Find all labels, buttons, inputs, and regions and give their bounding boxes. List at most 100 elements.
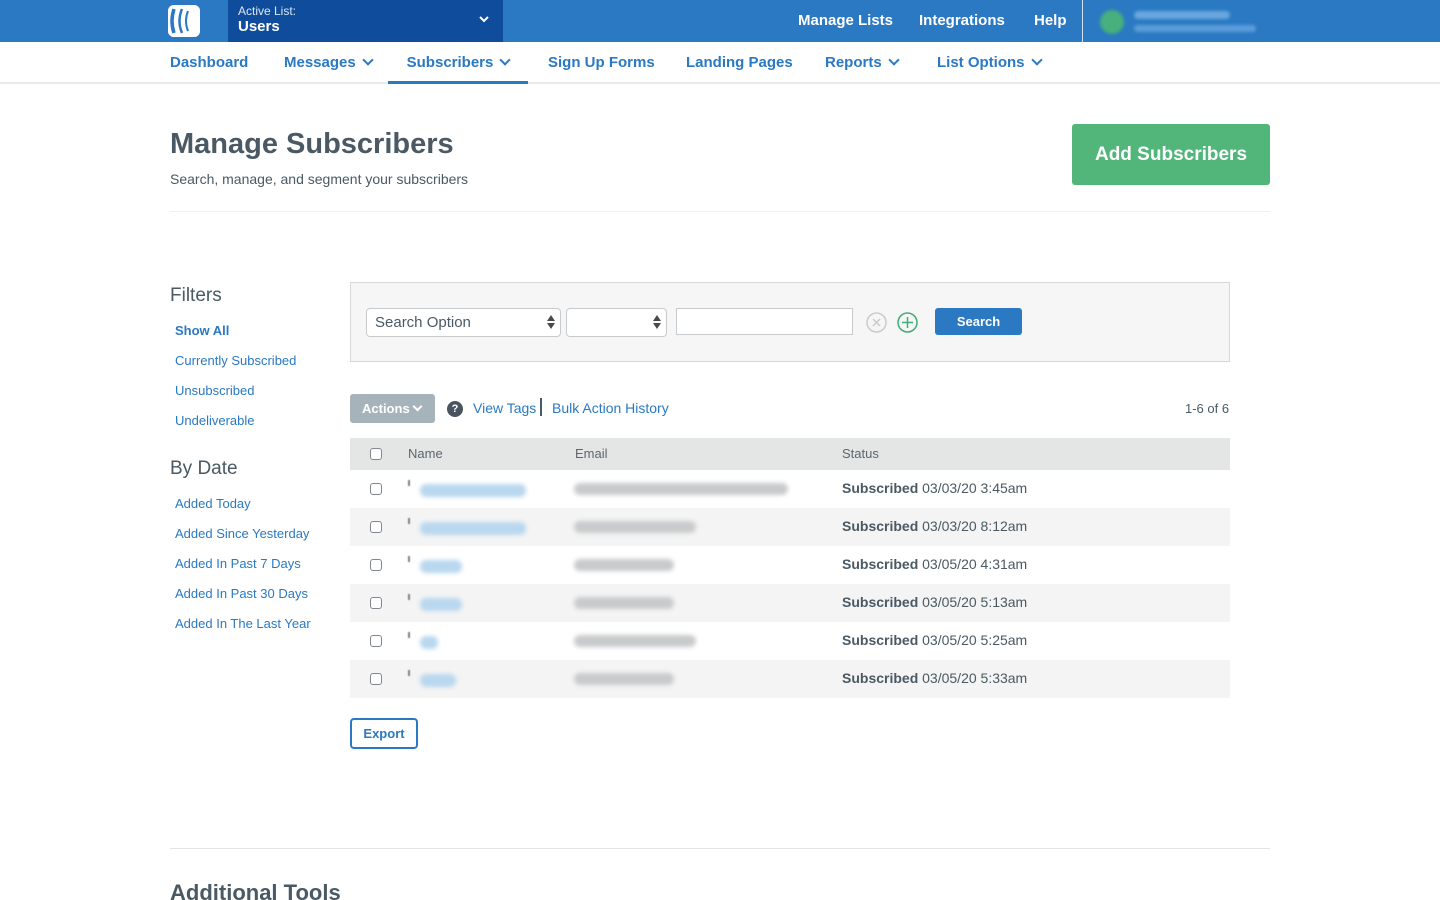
help-link[interactable]: Help [1034, 12, 1067, 29]
table-row: Subscribed 03/05/20 5:25am [350, 622, 1230, 660]
nav-label: List Options [937, 54, 1025, 71]
select-all-checkbox[interactable] [370, 448, 382, 460]
status-label: Subscribed [842, 670, 919, 686]
status-cell: Subscribed 03/03/20 8:12am [842, 518, 1027, 534]
search-operator-select[interactable] [566, 308, 667, 337]
select-arrows-icon [547, 315, 555, 331]
chevron-down-icon [412, 401, 423, 412]
column-header-name[interactable]: Name [408, 446, 443, 461]
row-checkbox[interactable] [370, 635, 382, 647]
active-list-value: Users [238, 18, 280, 35]
nav-messages[interactable]: Messages [284, 42, 374, 84]
chevron-down-icon [1030, 54, 1043, 66]
table-header: Name Email Status [350, 438, 1230, 470]
divider [1082, 0, 1083, 42]
row-marker [408, 518, 410, 524]
by-date-heading: By Date [170, 458, 238, 479]
table-row: Subscribed 03/03/20 8:12am [350, 508, 1230, 546]
table-row: Subscribed 03/05/20 5:33am [350, 660, 1230, 698]
filter-undeliverable[interactable]: Undeliverable [175, 413, 255, 428]
chevron-down-icon [888, 54, 900, 66]
status-date: 03/03/20 8:12am [922, 518, 1028, 534]
app-logo-icon[interactable] [168, 5, 200, 37]
search-option-select[interactable]: Search Option [366, 308, 561, 337]
filter-show-all[interactable]: Show All [175, 323, 229, 338]
row-checkbox[interactable] [370, 597, 382, 609]
subscriber-name-link[interactable] [420, 598, 462, 611]
nav-label: Reports [825, 54, 882, 71]
user-name-redacted[interactable] [1134, 11, 1230, 19]
subscriber-name-link[interactable] [420, 674, 456, 687]
nav-label: Sign Up Forms [548, 54, 655, 71]
row-checkbox[interactable] [370, 673, 382, 685]
subscriber-email [574, 635, 696, 647]
subscriber-email [574, 597, 674, 609]
filter-added-since-yesterday[interactable]: Added Since Yesterday [175, 526, 309, 541]
subscriber-name-link[interactable] [420, 484, 526, 497]
actions-label: Actions [362, 401, 410, 416]
nav-list-options[interactable]: List Options [937, 42, 1043, 84]
status-label: Subscribed [842, 632, 919, 648]
active-list-selector[interactable]: Active List: Users [228, 0, 503, 42]
status-cell: Subscribed 03/05/20 5:25am [842, 632, 1027, 648]
status-cell: Subscribed 03/03/20 3:45am [842, 480, 1027, 496]
search-button[interactable]: Search [935, 308, 1022, 335]
filter-added-past-30-days[interactable]: Added In Past 30 Days [175, 586, 308, 601]
table-row: Subscribed 03/03/20 3:45am [350, 470, 1230, 508]
subscriber-email [574, 673, 674, 685]
status-label: Subscribed [842, 518, 919, 534]
filter-currently-subscribed[interactable]: Currently Subscribed [175, 353, 296, 368]
add-condition-icon[interactable] [897, 312, 918, 333]
divider [170, 211, 1270, 212]
chevron-down-icon [499, 54, 512, 66]
nav-landing-pages[interactable]: Landing Pages [686, 42, 793, 84]
status-date: 03/05/20 5:33am [922, 670, 1028, 686]
user-email-redacted [1134, 25, 1256, 32]
remove-condition-icon[interactable] [866, 312, 887, 333]
row-checkbox[interactable] [370, 483, 382, 495]
bulk-action-history-link[interactable]: Bulk Action History [552, 400, 669, 416]
subscriber-name-link[interactable] [420, 560, 462, 573]
actions-dropdown-button[interactable]: Actions [350, 394, 435, 423]
result-count: 1-6 of 6 [1185, 401, 1230, 416]
filter-added-today[interactable]: Added Today [175, 496, 251, 511]
status-label: Subscribed [842, 480, 919, 496]
column-header-status[interactable]: Status [842, 446, 879, 461]
export-button[interactable]: Export [350, 718, 418, 749]
top-bar: Active List: Users Manage Lists Integrat… [0, 0, 1440, 42]
subscriber-name-link[interactable] [420, 522, 526, 535]
nav-sign-up-forms[interactable]: Sign Up Forms [548, 42, 655, 84]
filter-added-last-year[interactable]: Added In The Last Year [175, 616, 311, 631]
filters-heading: Filters [170, 285, 222, 306]
row-checkbox[interactable] [370, 521, 382, 533]
active-list-label: Active List: [238, 4, 297, 18]
add-subscribers-button[interactable]: Add Subscribers [1072, 124, 1270, 185]
status-cell: Subscribed 03/05/20 5:33am [842, 670, 1027, 686]
view-tags-link[interactable]: View Tags [473, 400, 536, 416]
nav-dashboard[interactable]: Dashboard [170, 42, 248, 84]
status-date: 03/05/20 5:13am [922, 594, 1028, 610]
divider [170, 848, 1270, 849]
integrations-link[interactable]: Integrations [919, 12, 1005, 29]
help-icon[interactable]: ? [447, 401, 463, 417]
row-marker [408, 556, 410, 562]
status-cell: Subscribed 03/05/20 4:31am [842, 556, 1027, 572]
select-value: Search Option [375, 314, 471, 331]
subscriber-name-link[interactable] [420, 636, 438, 649]
filter-added-past-7-days[interactable]: Added In Past 7 Days [175, 556, 301, 571]
nav-label: Landing Pages [686, 54, 793, 71]
nav-reports[interactable]: Reports [825, 42, 900, 84]
status-label: Subscribed [842, 594, 919, 610]
column-header-email[interactable]: Email [575, 446, 608, 461]
row-marker [408, 594, 410, 600]
manage-lists-link[interactable]: Manage Lists [798, 12, 893, 29]
subscribers-table: Name Email Status Subscribed 03/03/20 3:… [350, 438, 1230, 698]
row-marker [408, 670, 410, 676]
nav-subscribers[interactable]: Subscribers [388, 42, 528, 84]
filter-unsubscribed[interactable]: Unsubscribed [175, 383, 255, 398]
search-input[interactable] [676, 308, 853, 335]
nav-label: Dashboard [170, 54, 249, 71]
divider [540, 398, 542, 416]
row-checkbox[interactable] [370, 559, 382, 571]
user-avatar[interactable] [1100, 10, 1124, 34]
